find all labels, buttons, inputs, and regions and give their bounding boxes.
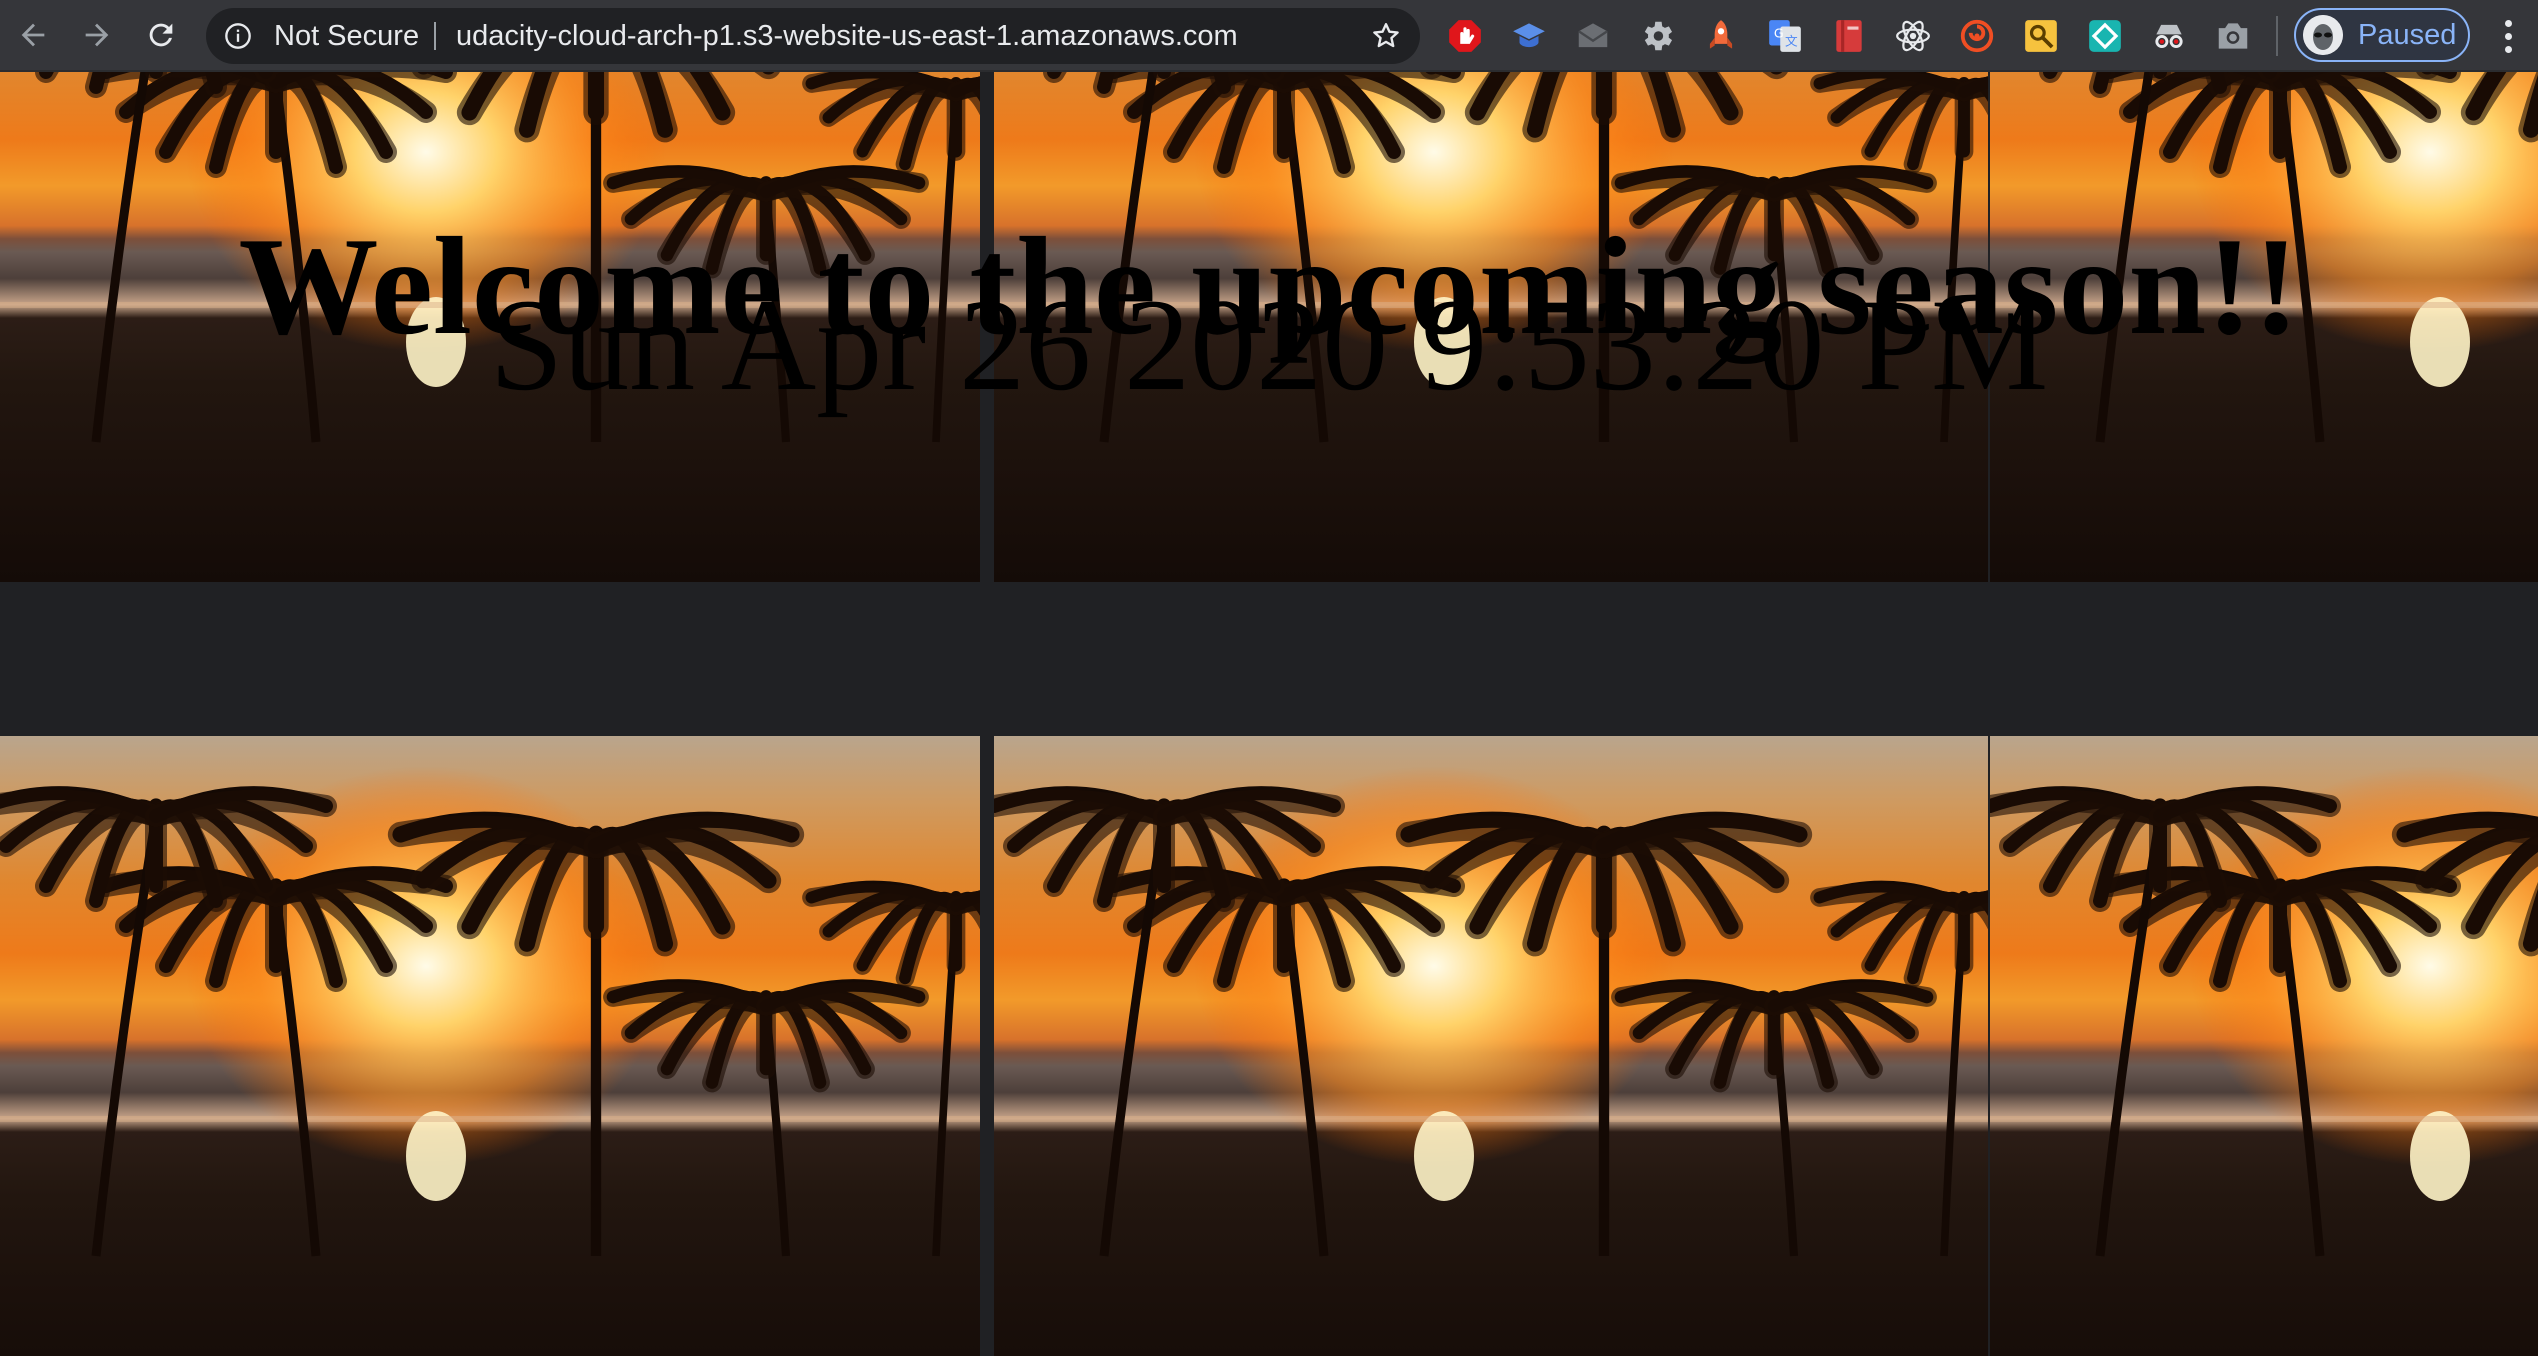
profile-status: Paused — [2358, 19, 2457, 51]
address-bar[interactable]: Not Secure udacity-cloud-arch-p1.s3-webs… — [206, 8, 1420, 64]
forward-button[interactable] — [74, 12, 120, 58]
sunset-palm-tile — [994, 736, 1988, 1356]
browser-toolbar: Not Secure udacity-cloud-arch-p1.s3-webs… — [0, 0, 2538, 72]
sunset-palm-tile — [1990, 736, 2538, 1356]
extension-screenshot[interactable] — [2214, 17, 2252, 55]
menu-dot-icon — [2504, 45, 2512, 53]
menu-dot-icon — [2504, 32, 2512, 40]
adblock-icon — [1449, 20, 1481, 52]
sunset-palm-image — [0, 766, 980, 1257]
sunset-palm-tile — [0, 736, 980, 1356]
camera-icon — [2218, 23, 2248, 49]
bookmark-star-icon[interactable] — [1370, 20, 1402, 52]
spy-glasses-icon — [2155, 24, 2183, 49]
security-label[interactable]: Not Secure — [274, 8, 419, 64]
diamond-icon — [2089, 20, 2121, 52]
image-search-icon — [2025, 20, 2057, 52]
svg-text:文: 文 — [1785, 34, 1798, 49]
extension-graduation[interactable] — [1510, 17, 1548, 55]
extension-diamond[interactable] — [2086, 17, 2124, 55]
extension-incognito[interactable] — [2150, 17, 2188, 55]
extension-swirl[interactable] — [1958, 17, 1996, 55]
browser-menu-button[interactable] — [2488, 14, 2528, 58]
envelope-icon — [1578, 23, 1608, 48]
avatar — [2303, 15, 2343, 55]
extension-rocket[interactable] — [1702, 17, 1740, 55]
arrow-left-icon — [21, 23, 45, 47]
extension-settings[interactable] — [1638, 17, 1676, 55]
extension-mail[interactable] — [1574, 17, 1612, 55]
svg-text:G: G — [1774, 26, 1784, 41]
address-separator — [434, 22, 436, 50]
url-text[interactable]: udacity-cloud-arch-p1.s3-website-us-east… — [456, 8, 1238, 64]
graduation-cap-icon — [1513, 23, 1545, 48]
reload-icon — [149, 23, 173, 47]
gear-icon — [1644, 21, 1673, 51]
current-datetime: Sun Apr 26 2020 9:53:20 PM — [489, 271, 2049, 418]
menu-dot-icon — [2504, 19, 2512, 27]
extension-react[interactable] — [1894, 17, 1932, 55]
reload-button[interactable] — [138, 12, 184, 58]
google-translate-icon: G 文 — [1769, 20, 1801, 52]
profile-button[interactable]: Paused — [2294, 8, 2470, 62]
rocket-icon — [1709, 20, 1733, 49]
extension-image-search[interactable] — [2022, 17, 2060, 55]
extension-adblock[interactable] — [1446, 17, 1484, 55]
sunset-palm-image — [994, 766, 1988, 1257]
alien-avatar-icon — [2303, 15, 2343, 55]
back-button[interactable] — [10, 12, 56, 58]
swirl-icon — [1960, 19, 1994, 53]
extension-translate[interactable]: G 文 — [1766, 17, 1804, 55]
book-icon — [1836, 20, 1862, 52]
extension-book[interactable] — [1830, 17, 1868, 55]
arrow-right-icon — [85, 23, 109, 47]
sunset-palm-image — [1990, 766, 2538, 1257]
info-icon[interactable] — [224, 22, 252, 50]
react-atom-icon — [1896, 20, 1930, 52]
page-viewport: Welcome to the upcoming season!! Sun Apr… — [0, 72, 2538, 1356]
toolbar-separator — [2276, 16, 2278, 56]
